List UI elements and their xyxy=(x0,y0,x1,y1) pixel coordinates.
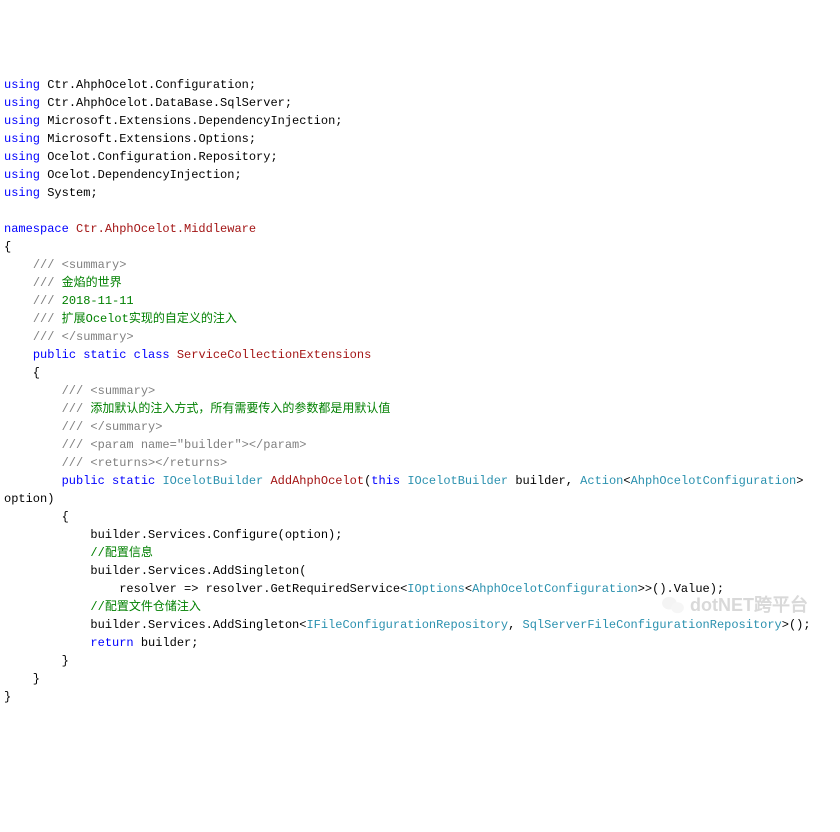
namespace-ref: Ocelot.Configuration.Repository xyxy=(47,150,270,164)
generic-type: IFileConfigurationRepository xyxy=(306,618,508,632)
xml-comment-text: 2018-11-11 xyxy=(62,294,134,308)
generic-type: SqlServerFileConfigurationRepository xyxy=(523,618,782,632)
statement: builder.Services.Configure(option); xyxy=(90,528,342,542)
xml-comment-text: 金焰的世界 xyxy=(62,276,122,290)
wechat-icon xyxy=(662,595,684,615)
namespace-ref: Ocelot.DependencyInjection xyxy=(47,168,234,182)
keyword-using: using xyxy=(4,96,40,110)
statement: builder.Services.AddSingleton( xyxy=(90,564,306,578)
method-name: AddAhphOcelot xyxy=(270,474,364,488)
line-comment: //配置信息 xyxy=(90,546,152,560)
keyword-using: using xyxy=(4,114,40,128)
statement: >(); xyxy=(782,618,811,632)
param-name: option xyxy=(4,492,47,506)
keyword-using: using xyxy=(4,132,40,146)
statement: resolver => resolver.GetRequiredService< xyxy=(119,582,407,596)
return-type: IOcelotBuilder xyxy=(162,474,263,488)
xml-comment: /// </summary> xyxy=(62,420,163,434)
xml-comment: /// xyxy=(62,402,84,416)
namespace-ref: System xyxy=(47,186,90,200)
generic-type: AhphOcelotConfiguration xyxy=(631,474,797,488)
keyword-using: using xyxy=(4,150,40,164)
namespace-ref: Ctr.AhphOcelot.Configuration xyxy=(47,78,249,92)
xml-comment: /// xyxy=(33,294,55,308)
xml-comment: /// <param name="builder"></param> xyxy=(62,438,307,452)
keyword-namespace: namespace xyxy=(4,222,69,236)
keyword-using: using xyxy=(4,78,40,92)
class-name: ServiceCollectionExtensions xyxy=(177,348,371,362)
xml-comment: /// xyxy=(33,276,55,290)
statement: builder.Services.AddSingleton< xyxy=(90,618,306,632)
param-name: builder xyxy=(515,474,565,488)
xml-comment: /// </summary> xyxy=(33,330,134,344)
generic-type: AhphOcelotConfiguration xyxy=(472,582,638,596)
watermark-text: dotNET跨平台 xyxy=(690,596,808,614)
xml-comment: /// <returns></returns> xyxy=(62,456,228,470)
keyword-return: return xyxy=(90,636,133,650)
namespace-ref: Microsoft.Extensions.DependencyInjection xyxy=(47,114,335,128)
keyword-class: public static class xyxy=(33,348,170,362)
namespace-name: Ctr.AhphOcelot.Middleware xyxy=(76,222,256,236)
generic-type: IOptions xyxy=(407,582,465,596)
statement: >>().Value); xyxy=(638,582,724,596)
xml-comment: /// <summary> xyxy=(62,384,156,398)
keyword-modifier: public static xyxy=(62,474,156,488)
namespace-ref: Microsoft.Extensions.Options xyxy=(47,132,249,146)
xml-comment-text: 添加默认的注入方式，所有需要传入的参数都是用默认值 xyxy=(90,402,390,416)
watermark: dotNET跨平台 xyxy=(662,595,808,615)
param-type: Action xyxy=(580,474,623,488)
keyword-using: using xyxy=(4,186,40,200)
xml-comment-text: 扩展Ocelot实现的自定义的注入 xyxy=(62,312,237,326)
namespace-ref: Ctr.AhphOcelot.DataBase.SqlServer xyxy=(47,96,285,110)
keyword-this: this xyxy=(371,474,400,488)
return-value: builder; xyxy=(141,636,199,650)
keyword-using: using xyxy=(4,168,40,182)
line-comment: //配置文件仓储注入 xyxy=(90,600,200,614)
xml-comment: /// xyxy=(33,312,55,326)
xml-comment: /// <summary> xyxy=(33,258,127,272)
param-type: IOcelotBuilder xyxy=(407,474,508,488)
